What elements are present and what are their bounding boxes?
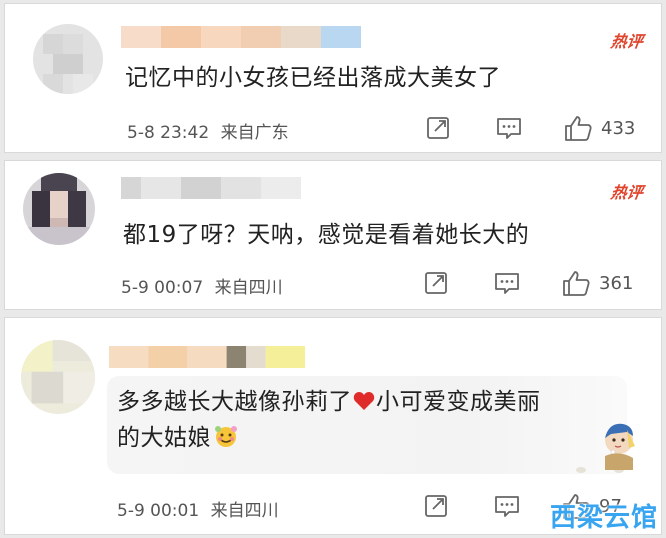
comment-text: 都19了呀？天呐，感觉是看着她长大的 [123,222,530,248]
comment-line: 的大姑娘 [117,420,637,456]
comment-text: 记忆中的小女孩已经出落成大美女了 [125,65,501,91]
like-button[interactable]: 361 [561,269,633,297]
action-bar: 361 [423,269,633,297]
comment-meta: 5-9 00:07 来自四川 [121,273,283,298]
username-blurred[interactable] [121,26,361,48]
watermark: 西梁云馆 [549,503,658,533]
comment-icon [497,118,521,139]
comment-icon [495,273,519,294]
avatar[interactable] [33,24,103,94]
comment-location: 来自四川 [214,278,283,298]
comment-date: 5-8 23:42 [127,123,210,143]
like-count: 361 [599,272,634,294]
avatar[interactable] [21,340,95,414]
share-icon [427,117,449,139]
comment-icon [495,496,519,517]
like-count: 433 [601,117,636,139]
comment-card: 热评 记忆中的小女孩已经出落成大美女了 5-8 23:42 来自广东 433 [4,3,662,153]
comment-button[interactable] [493,493,521,519]
smiling-face-emoji [215,426,237,447]
comment-line: 多多越长大越像孙莉了 小可爱变成美丽 [117,384,637,420]
comment-meta: 5-8 23:42 来自广东 [127,118,289,143]
comment-date: 5-9 00:01 [117,501,200,521]
girl-with-pearl-earring-sticker [576,423,635,473]
thumbs-up-icon [565,116,592,141]
comment-text-part: 的大姑娘 [117,425,211,451]
username-blurred[interactable] [109,346,305,368]
comment-text-part: 多多越长大越像孙莉了 [117,389,352,415]
thumbs-up-icon [563,271,590,296]
comment-location: 来自广东 [220,123,289,143]
hot-comment-badge: 热评 [609,32,645,51]
share-button[interactable] [425,115,451,141]
comment-date: 5-9 00:07 [121,278,204,298]
comment-card: 热评 都19了呀？天呐，感觉是看着她长大的 5-9 00:07 来自四川 361 [4,160,662,310]
comment-text: 多多越长大越像孙莉了 小可爱变成美丽 的大姑娘 [117,384,637,456]
share-icon [425,272,447,294]
action-bar: 433 [425,114,635,142]
share-icon [425,495,447,517]
share-button[interactable] [423,493,449,519]
comment-location: 来自四川 [210,501,279,521]
share-button[interactable] [423,270,449,296]
username-blurred[interactable] [121,177,301,199]
red-heart-emoji [353,392,375,410]
comment-button[interactable] [493,270,521,296]
like-button[interactable]: 433 [563,114,635,142]
comment-meta: 5-9 00:01 来自四川 [117,496,279,521]
hot-comment-badge: 热评 [609,183,645,202]
comment-text-part: 小可爱变成美丽 [376,389,541,415]
avatar[interactable] [23,173,95,245]
comment-button[interactable] [495,115,523,141]
